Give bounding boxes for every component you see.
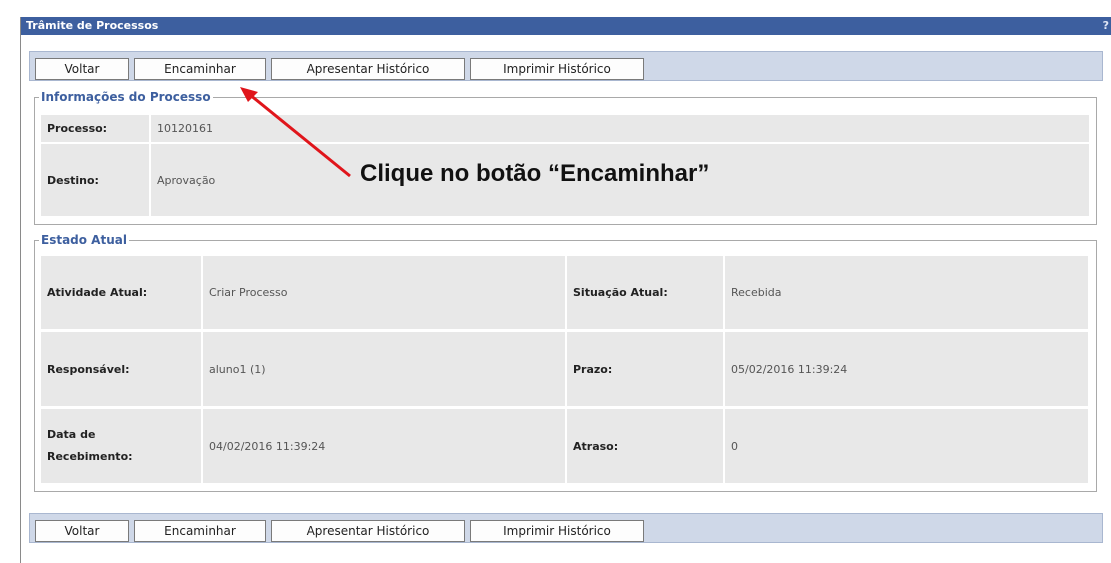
atraso-label: Atraso: — [573, 439, 619, 453]
atividade-value-cell: Criar Processo — [203, 256, 565, 329]
responsavel-label-cell: Responsável: — [41, 332, 201, 406]
annotation-callout: Clique no botão “Encaminhar” — [360, 160, 710, 187]
responsavel-label: Responsável: — [47, 362, 130, 376]
destino-label-cell: Destino: — [41, 144, 149, 216]
processo-label: Processo: — [47, 122, 108, 135]
responsavel-value-cell: aluno1 (1) — [203, 332, 565, 406]
prazo-label-cell: Prazo: — [567, 332, 723, 406]
window-title: Trâmite de Processos — [26, 19, 159, 32]
destino-value: Aprovação — [157, 173, 216, 187]
toolbar-bottom: Voltar Encaminhar Apresentar Histórico I… — [29, 513, 1103, 543]
recebimento-label-cell: Data de Recebimento: — [41, 409, 201, 483]
atividade-label: Atividade Atual: — [47, 286, 148, 299]
window-titlebar: Trâmite de Processos ? — [21, 17, 1111, 35]
estado-fieldset: Estado Atual Atividade Atual: Criar Proc… — [34, 232, 1097, 492]
situacao-value: Recebida — [731, 286, 782, 299]
recebimento-label-line1: Data de — [47, 428, 96, 441]
situacao-label: Situação Atual: — [573, 286, 668, 299]
voltar-button[interactable]: Voltar — [35, 58, 129, 80]
prazo-value: 05/02/2016 11:39:24 — [731, 362, 848, 376]
responsavel-value: aluno1 (1) — [209, 362, 266, 376]
imprimir-historico-button-bottom[interactable]: Imprimir Histórico — [470, 520, 644, 542]
atraso-value: 0 — [731, 439, 738, 453]
situacao-label-cell: Situação Atual: — [567, 256, 723, 329]
apresentar-historico-button-bottom[interactable]: Apresentar Histórico — [271, 520, 465, 542]
toolbar-top: Voltar Encaminhar Apresentar Histórico I… — [29, 51, 1103, 81]
processo-label-cell: Processo: — [41, 115, 149, 142]
prazo-label: Prazo: — [573, 362, 613, 376]
annotation-arrow-line — [243, 88, 351, 178]
atraso-label-cell: Atraso: — [567, 409, 723, 483]
annotation-arrow — [240, 87, 351, 178]
recebimento-label-line2: Recebimento: — [47, 450, 133, 463]
atraso-value-cell: 0 — [725, 409, 1088, 483]
apresentar-historico-button[interactable]: Apresentar Histórico — [271, 58, 465, 80]
atividade-value: Criar Processo — [209, 286, 288, 299]
processo-value: 10120161 — [157, 122, 213, 135]
encaminhar-button[interactable]: Encaminhar — [134, 58, 266, 80]
recebimento-value: 04/02/2016 11:39:24 — [209, 439, 326, 453]
encaminhar-button-bottom[interactable]: Encaminhar — [134, 520, 266, 542]
situacao-value-cell: Recebida — [725, 256, 1088, 329]
info-legend: Informações do Processo — [39, 89, 213, 105]
prazo-value-cell: 05/02/2016 11:39:24 — [725, 332, 1088, 406]
recebimento-value-cell: 04/02/2016 11:39:24 — [203, 409, 565, 483]
help-icon[interactable]: ? — [1103, 17, 1109, 35]
imprimir-historico-button[interactable]: Imprimir Histórico — [470, 58, 644, 80]
destino-label: Destino: — [47, 173, 99, 187]
atividade-label-cell: Atividade Atual: — [41, 256, 201, 329]
estado-legend: Estado Atual — [39, 232, 129, 248]
voltar-button-bottom[interactable]: Voltar — [35, 520, 129, 542]
